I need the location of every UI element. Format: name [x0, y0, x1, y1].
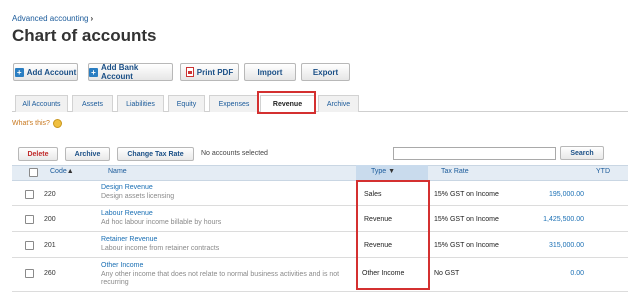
row-checkbox[interactable] — [25, 269, 34, 278]
print-pdf-label: Print PDF — [196, 67, 234, 77]
account-ytd[interactable]: 1,425,500.00 — [504, 216, 584, 223]
delete-button[interactable]: Delete — [18, 147, 58, 161]
column-header-tax-rate[interactable]: Tax Rate — [441, 168, 469, 175]
search-button[interactable]: Search — [560, 146, 604, 160]
row-divider — [12, 205, 628, 206]
plus-icon: + — [14, 67, 24, 77]
archive-button[interactable]: Archive — [65, 147, 110, 161]
account-tax-rate: 15% GST on Income — [434, 216, 499, 223]
revenue-tab-highlight — [257, 91, 316, 114]
row-divider — [12, 291, 628, 292]
tab-liabilities[interactable]: Liabilities — [117, 95, 164, 112]
import-button[interactable]: Import — [244, 63, 296, 81]
row-checkbox[interactable] — [25, 215, 34, 224]
account-code: 260 — [44, 270, 56, 277]
search-input[interactable] — [393, 147, 556, 160]
account-description: Ad hoc labour income billable by hours — [101, 219, 222, 226]
add-account-label: Add Account — [26, 67, 77, 77]
chevron-right-icon: › — [90, 14, 94, 23]
column-code-label: Code — [50, 168, 67, 175]
column-header-type[interactable]: Type ▼ — [371, 168, 395, 175]
account-tax-rate: No GST — [434, 270, 460, 277]
table-header — [12, 165, 628, 181]
tab-equity[interactable]: Equity — [168, 95, 205, 112]
column-header-ytd[interactable]: YTD — [596, 168, 610, 175]
row-checkbox[interactable] — [25, 241, 34, 250]
account-code: 201 — [44, 242, 56, 249]
account-ytd[interactable]: 0.00 — [504, 270, 584, 277]
breadcrumb: Advanced accounting › — [12, 14, 93, 23]
account-description: Design assets licensing — [101, 193, 175, 200]
row-divider — [12, 257, 628, 258]
account-name-link[interactable]: Retainer Revenue — [101, 236, 157, 243]
tab-expenses[interactable]: Expenses — [209, 95, 259, 112]
column-header-name[interactable]: Name — [108, 168, 127, 175]
select-all-checkbox[interactable] — [29, 168, 38, 177]
whats-this-label: What's this? — [12, 120, 50, 127]
breadcrumb-link-advanced-accounting[interactable]: Advanced accounting — [12, 14, 89, 23]
plus-icon: + — [89, 67, 98, 77]
tab-archive[interactable]: Archive — [318, 95, 359, 112]
add-account-button[interactable]: + Add Account — [13, 63, 78, 81]
pdf-icon — [185, 67, 194, 77]
sort-descending-icon: ▼ — [388, 168, 396, 175]
column-type-label: Type — [371, 168, 387, 175]
account-ytd[interactable]: 195,000.00 — [504, 191, 584, 198]
tab-all-accounts[interactable]: All Accounts — [15, 95, 68, 112]
account-description: Any other income that does not relate to… — [101, 271, 340, 286]
account-name-link[interactable]: Design Revenue — [101, 184, 153, 191]
account-ytd[interactable]: 315,000.00 — [504, 242, 584, 249]
row-divider — [12, 231, 628, 232]
type-column-highlight — [356, 180, 430, 290]
account-tax-rate: 15% GST on Income — [434, 191, 499, 198]
sort-ascending-icon: ▲ — [66, 168, 74, 175]
account-code: 200 — [44, 216, 56, 223]
page-title: Chart of accounts — [12, 26, 157, 45]
whats-this-link[interactable]: What's this? — [12, 119, 62, 128]
account-description: Labour income from retainer contracts — [101, 245, 220, 252]
add-bank-account-label: Add Bank Account — [100, 63, 139, 81]
account-name-link[interactable]: Other Income — [101, 262, 143, 269]
row-checkbox[interactable] — [25, 190, 34, 199]
account-tax-rate: 15% GST on Income — [434, 242, 499, 249]
column-header-code[interactable]: Code▲ — [50, 168, 74, 175]
account-code: 220 — [44, 191, 56, 198]
change-tax-rate-button[interactable]: Change Tax Rate — [117, 147, 194, 161]
account-name-link[interactable]: Labour Revenue — [101, 210, 153, 217]
add-bank-account-button[interactable]: + Add Bank Account — [88, 63, 173, 81]
help-icon — [52, 119, 62, 128]
selection-status: No accounts selected — [201, 150, 268, 157]
print-pdf-button[interactable]: Print PDF — [180, 63, 239, 81]
export-button[interactable]: Export — [301, 63, 350, 81]
tab-assets[interactable]: Assets — [72, 95, 113, 112]
